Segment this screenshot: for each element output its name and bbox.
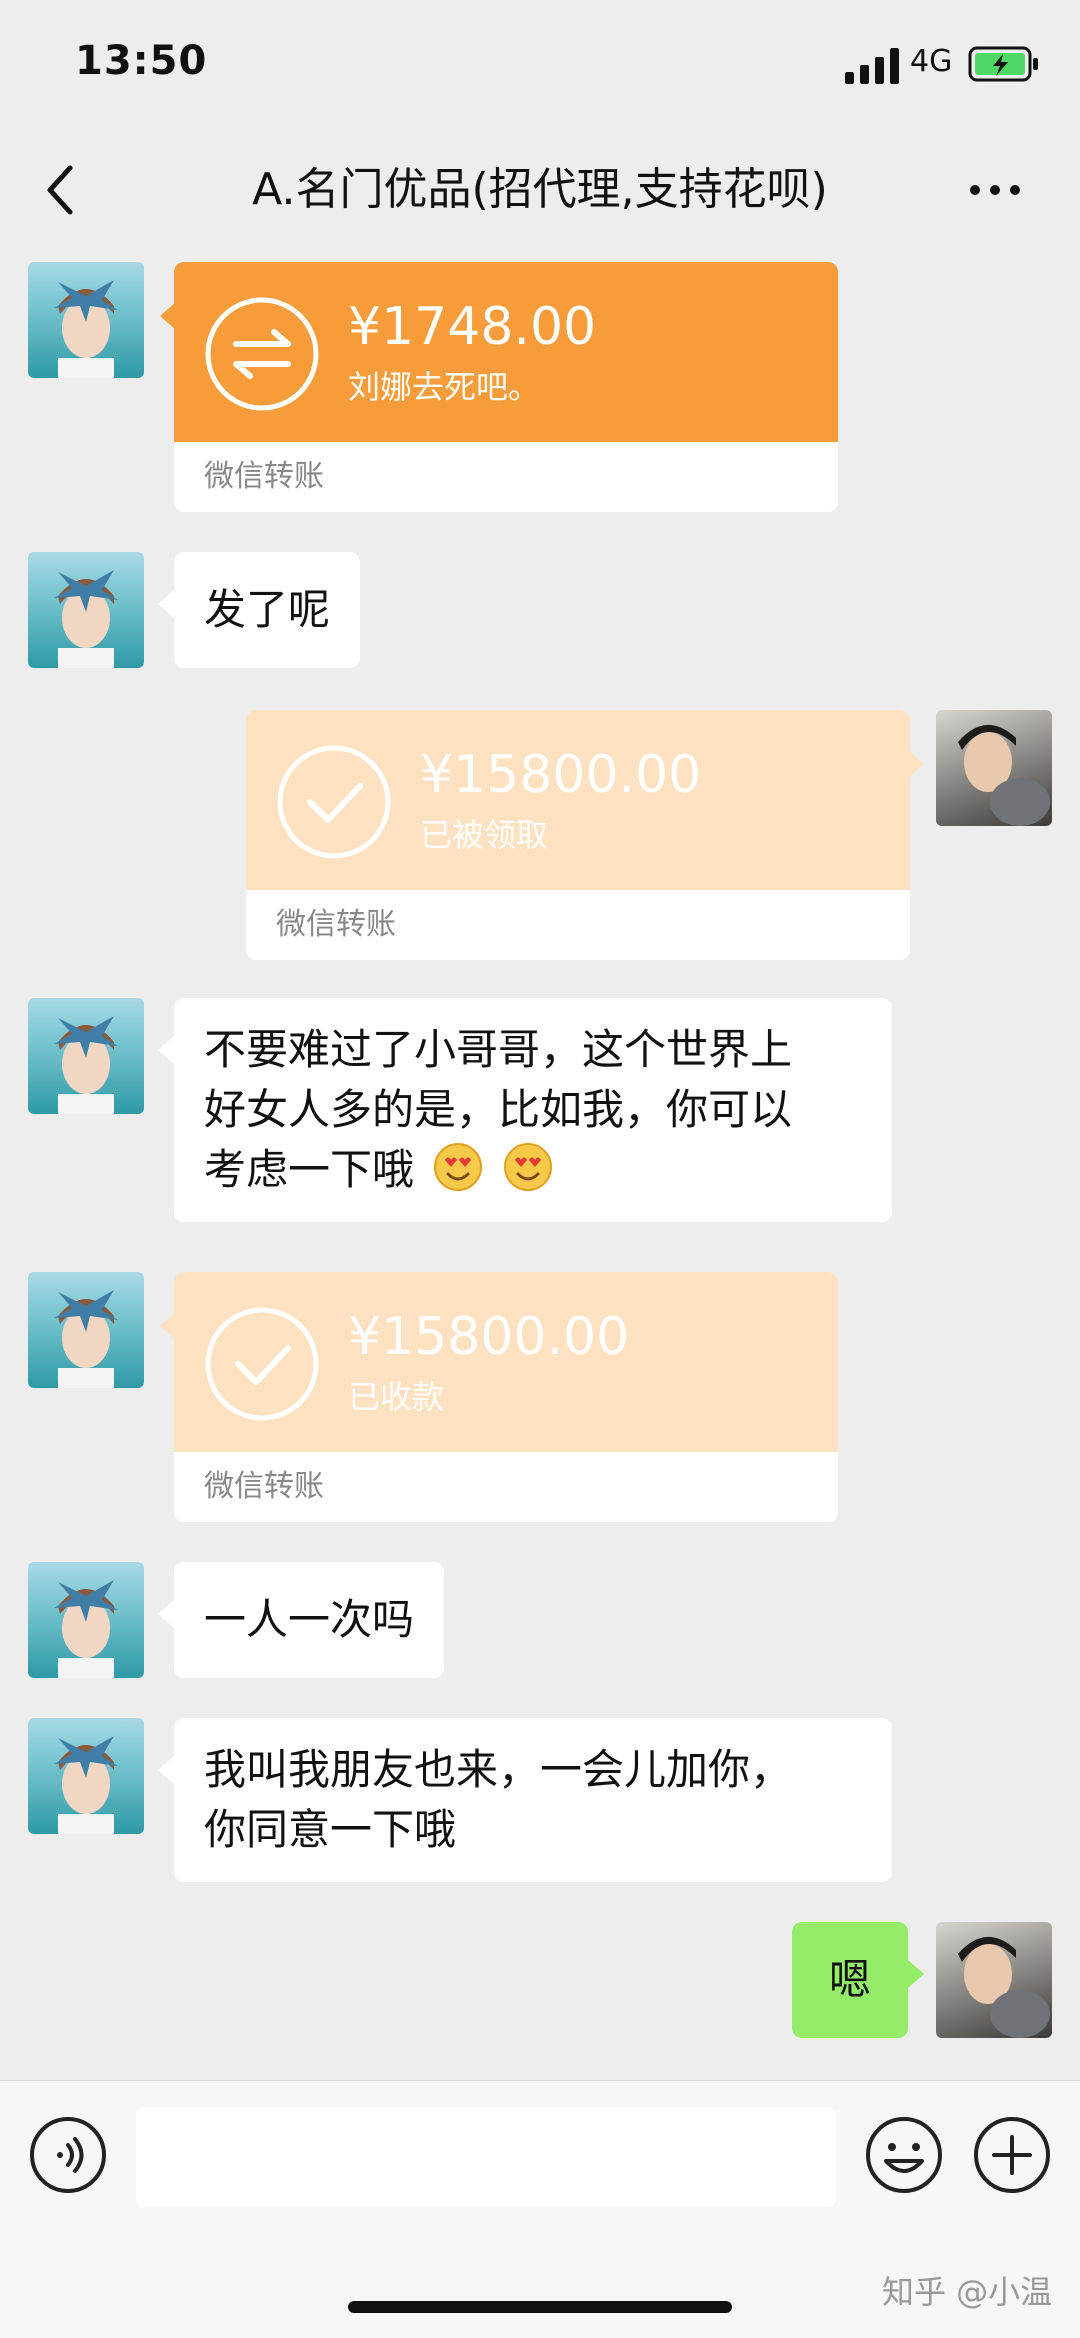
avatar-photo-icon (958, 724, 1050, 826)
status-bar: 13:50 4G (0, 0, 1080, 140)
transfer-card[interactable]: ¥1748.00 刘娜去死吧。 微信转账 (174, 262, 838, 512)
message-text-line: 考虑一下哦 (204, 1145, 415, 1194)
message-text-line: 你同意一下哦 (204, 1805, 457, 1854)
contact-avatar[interactable] (28, 1562, 144, 1678)
message-bubble[interactable]: 嗯 (792, 1922, 924, 2038)
home-indicator[interactable] (348, 2301, 732, 2313)
message-bubble[interactable]: 我叫我朋友也来，一会儿加你， 你同意一下哦 (158, 1718, 892, 1882)
message-list[interactable]: ¥1748.00 刘娜去死吧。 微信转账 发了呢 ¥15800.00 已被领取 … (0, 240, 1080, 2080)
contact-avatar[interactable] (28, 998, 144, 1114)
avatar-photo-icon (54, 570, 118, 668)
contact-avatar[interactable] (28, 262, 144, 378)
bubble-tail (908, 750, 924, 778)
chat-title: A.名门优品(招代理,支持花呗) (252, 164, 828, 215)
avatar-photo-icon (54, 1736, 118, 1834)
signal-icon (845, 48, 899, 84)
my-avatar[interactable] (936, 710, 1052, 826)
message-text: 发了呢 (204, 585, 331, 634)
transfer-footer: 微信转账 (246, 890, 910, 960)
chat-header: A.名门优品(招代理,支持花呗) (0, 140, 1080, 240)
heart-eyes-emoji-icon (434, 1143, 483, 1191)
avatar-photo-icon (54, 1580, 118, 1678)
heart-eyes-emoji-icon (503, 1143, 552, 1191)
message-bubble[interactable]: 不要难过了小哥哥，这个世界上 好女人多的是，比如我，你可以 考虑一下哦 (158, 998, 892, 1222)
contact-avatar[interactable] (28, 1272, 144, 1388)
transfer-footer: 微信转账 (174, 442, 838, 512)
message-bubble[interactable]: 发了呢 (157, 552, 361, 668)
transfer-amount: ¥15800.00 (348, 1307, 630, 1367)
battery-charging-icon (968, 46, 1038, 82)
transfer-amount: ¥15800.00 (420, 745, 702, 805)
transfer-footer: 微信转账 (174, 1452, 838, 1522)
avatar-photo-icon (54, 280, 118, 378)
emoji-picker-icon[interactable] (864, 2115, 944, 2195)
check-circle-icon (277, 745, 391, 859)
transfer-amount: ¥1748.00 (348, 297, 597, 357)
message-text-line: 好女人多的是，比如我，你可以 (204, 1085, 793, 1134)
message-input[interactable] (136, 2107, 836, 2207)
message-bubble[interactable]: 一人一次吗 (157, 1562, 445, 1678)
message-text: 嗯 (828, 1955, 871, 2004)
transfer-status: 已被领取 (420, 816, 549, 854)
message-text: 一人一次吗 (204, 1595, 415, 1644)
transfer-card[interactable]: ¥15800.00 已被领取 微信转账 (246, 710, 910, 960)
network-type: 4G (910, 44, 953, 79)
plus-more-icon[interactable] (972, 2115, 1052, 2195)
contact-avatar[interactable] (28, 552, 144, 668)
status-time: 13:50 (75, 38, 208, 84)
more-options-icon[interactable] (965, 170, 1025, 210)
watermark: 知乎 @小温 (882, 2273, 1053, 2311)
input-bar: 知乎 @小温 (0, 2080, 1080, 2338)
my-avatar[interactable] (936, 1922, 1052, 2038)
transfer-card[interactable]: ¥15800.00 已收款 微信转账 (174, 1272, 838, 1522)
voice-input-icon[interactable] (28, 2115, 108, 2195)
contact-avatar[interactable] (28, 1718, 144, 1834)
avatar-photo-icon (54, 1290, 118, 1388)
transfer-arrows-icon (205, 297, 319, 411)
transfer-note: 刘娜去死吧。 (348, 368, 541, 406)
avatar-photo-icon (54, 1016, 118, 1114)
message-text-line: 我叫我朋友也来，一会儿加你， (204, 1745, 793, 1794)
message-text-line: 不要难过了小哥哥，这个世界上 (204, 1025, 793, 1074)
check-circle-icon (205, 1307, 319, 1421)
transfer-status: 已收款 (348, 1378, 445, 1416)
avatar-photo-icon (958, 1936, 1050, 2038)
